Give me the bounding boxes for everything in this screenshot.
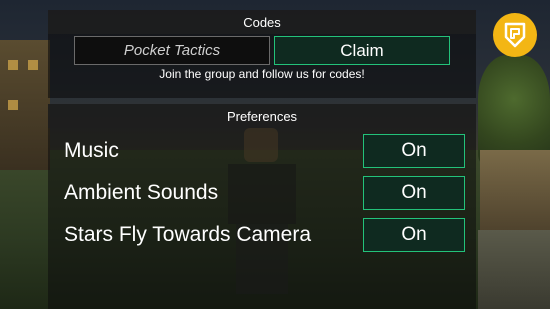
codes-header: Codes <box>48 10 476 34</box>
path <box>478 230 550 309</box>
tree <box>478 55 550 165</box>
window <box>28 60 38 70</box>
ambient-sounds-toggle-button[interactable]: On <box>363 176 465 210</box>
window <box>8 60 18 70</box>
pref-label: Ambient Sounds <box>64 181 219 204</box>
claim-button[interactable]: Claim <box>274 36 450 65</box>
music-toggle-button[interactable]: On <box>363 134 465 168</box>
pref-row-music: Music On <box>48 134 476 168</box>
pref-label: Stars Fly Towards Camera <box>64 223 312 246</box>
preferences-header: Preferences <box>48 104 476 128</box>
pocket-tactics-logo-icon <box>504 22 526 48</box>
codes-note: Join the group and follow us for codes! <box>159 67 365 81</box>
stars-fly-toggle-button[interactable]: On <box>363 218 465 252</box>
preferences-section: Music On Ambient Sounds On Stars Fly Tow… <box>48 128 476 309</box>
house <box>480 150 550 240</box>
pocket-tactics-logo-icon <box>493 13 537 57</box>
settings-panel: Codes Pocket Tactics Claim Join the grou… <box>48 10 476 309</box>
codes-section: Pocket Tactics Claim Join the group and … <box>48 34 476 98</box>
pref-row-ambient-sounds: Ambient Sounds On <box>48 176 476 210</box>
building-left <box>0 40 50 170</box>
pref-row-stars-fly: Stars Fly Towards Camera On <box>48 218 476 252</box>
window <box>8 100 18 110</box>
code-input[interactable]: Pocket Tactics <box>74 36 270 65</box>
pref-label: Music <box>64 139 119 162</box>
